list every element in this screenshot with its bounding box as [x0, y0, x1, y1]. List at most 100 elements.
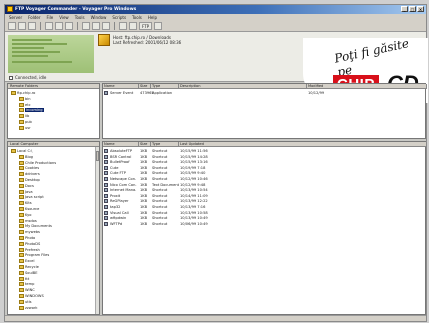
folder-icon	[19, 120, 24, 124]
tree-item-label: Program Files	[25, 253, 50, 258]
column-header[interactable]: Type	[151, 84, 179, 89]
folder-icon	[19, 247, 24, 252]
tree-item-label: Excel	[25, 259, 35, 264]
toolbar-separator	[114, 22, 115, 30]
folder-icon	[19, 299, 24, 304]
folder-icon	[19, 236, 24, 240]
transfer-status-panel	[8, 35, 94, 73]
menu-item[interactable]: File	[47, 14, 54, 21]
column-header[interactable]: Name	[103, 142, 139, 147]
file-type: Shortcut	[152, 221, 168, 226]
column-header[interactable]: Type	[151, 142, 179, 147]
status-line	[12, 55, 48, 57]
tree-item-label: Chile Productions	[25, 160, 57, 165]
menu-item[interactable]: Scripts	[112, 14, 126, 21]
status-line	[12, 61, 72, 63]
connected-label: Connected, idle	[15, 75, 47, 80]
tree-scrollbar[interactable]	[95, 147, 99, 314]
menu-item[interactable]: Folder	[28, 14, 40, 21]
toolbar-separator	[77, 22, 78, 30]
remote-folder-tree: Remote Folders ftp.chip.ro bin etc incoming…	[7, 83, 100, 139]
folder-icon	[19, 114, 24, 119]
local-file-list: Name Size Type Last Updated AbsoluteFTP 1KB Sh…	[102, 141, 427, 315]
app-icon	[7, 6, 13, 12]
close-button[interactable]: ×	[417, 6, 424, 12]
connected-checkbox[interactable]	[9, 75, 13, 80]
maximize-button[interactable]: □	[409, 6, 416, 12]
connect-icon[interactable]	[8, 22, 16, 30]
status-bar	[5, 315, 426, 321]
tree-item-label: Blog	[25, 154, 33, 159]
server-info-strip: Connected, idle Host: ftp.chip.ro / Down…	[5, 32, 428, 103]
app-window: FTP Voyager Commander - Voyager Pro Wind…	[4, 4, 428, 322]
tree-item-label: etc	[25, 102, 31, 107]
tree-item-label: mywebs	[25, 230, 40, 235]
tree-item-label: PhotoDS	[25, 241, 41, 246]
tree-item-label: Desktop	[25, 178, 40, 182]
folder-icon	[19, 189, 24, 194]
folder-icon	[19, 102, 24, 107]
status-line	[12, 51, 60, 53]
folder-icon	[19, 125, 24, 130]
refresh-icon[interactable]	[28, 22, 36, 30]
menu-item[interactable]: Tools	[75, 14, 85, 21]
menu-item[interactable]: Window	[91, 14, 107, 21]
tree-item-label: ttt	[25, 276, 30, 281]
folder-icon	[19, 230, 24, 235]
column-header[interactable]: Description	[179, 84, 307, 89]
column-header[interactable]: Size	[139, 84, 151, 89]
local-folder-tree: Local Computer Local C:\ Blog Chile Produc…	[7, 141, 100, 315]
tree-item-label: pub	[25, 120, 32, 124]
new-folder-icon[interactable]	[82, 22, 90, 30]
menu-item[interactable]: Tools	[132, 14, 142, 21]
view-icon[interactable]	[119, 22, 127, 30]
column-header[interactable]: Size	[139, 142, 151, 147]
menu-bar: Server Folder File View Tools Window Scripts To…	[5, 14, 426, 21]
tree-item-label: bin	[25, 96, 31, 101]
tree-item-label: usr	[25, 125, 31, 130]
file-row[interactable]: Server Event 473965 Application 10/12/99	[103, 90, 425, 96]
tree-item[interactable]: zzwork	[19, 305, 37, 311]
ftp-button[interactable]: FTP	[139, 22, 153, 30]
upload-icon[interactable]	[45, 22, 53, 30]
menu-item[interactable]: View	[59, 14, 69, 21]
file-type: Application	[152, 91, 173, 95]
title-bar: FTP Voyager Commander - Voyager Pro Wind…	[5, 5, 426, 14]
stop-icon[interactable]	[65, 22, 73, 30]
folder-icon	[19, 218, 24, 223]
column-header[interactable]: Modified	[307, 84, 427, 89]
settings-icon[interactable]	[154, 22, 163, 30]
file-name: Server Event	[110, 91, 134, 95]
tree-item-label: temp	[25, 282, 35, 287]
menu-item[interactable]: Server	[9, 14, 22, 21]
menu-item[interactable]: Help	[148, 14, 157, 21]
tree-item-label: My Documents	[25, 224, 52, 229]
download-icon[interactable]	[55, 22, 63, 30]
tree-item[interactable]: usr	[19, 125, 31, 131]
tree-item-label: WINC	[25, 288, 35, 293]
toolbar: FTP	[5, 21, 426, 32]
column-header[interactable]: Name	[103, 84, 139, 89]
file-icon	[104, 193, 108, 198]
tree-item-label: Cookies	[25, 166, 40, 171]
file-icon	[104, 160, 108, 165]
tree-item-label: Prefresh	[25, 247, 40, 252]
folder-icon	[19, 201, 24, 206]
tree-item-label: zzwork	[25, 305, 38, 310]
disconnect-icon[interactable]	[18, 22, 26, 30]
server-details: Host: ftp.chip.ro / Downloads Last Refre…	[113, 35, 181, 45]
rename-icon[interactable]	[102, 22, 110, 30]
scroll-thumb[interactable]	[96, 151, 99, 161]
folder-icon	[19, 282, 24, 287]
tree-item-label: incoming	[25, 108, 44, 113]
minimize-button[interactable]: _	[401, 6, 408, 12]
folder-icon	[11, 91, 16, 95]
file-row[interactable]: WFTPd 1KB Shortcut 10/06/99 10:49	[103, 221, 425, 227]
folder-icon	[19, 294, 24, 298]
file-icon	[104, 165, 108, 170]
delete-icon[interactable]	[92, 22, 100, 30]
file-icon	[104, 188, 108, 193]
column-header[interactable]: Last Updated	[179, 142, 427, 147]
folder-icon	[19, 96, 24, 101]
compare-icon[interactable]	[129, 22, 137, 30]
